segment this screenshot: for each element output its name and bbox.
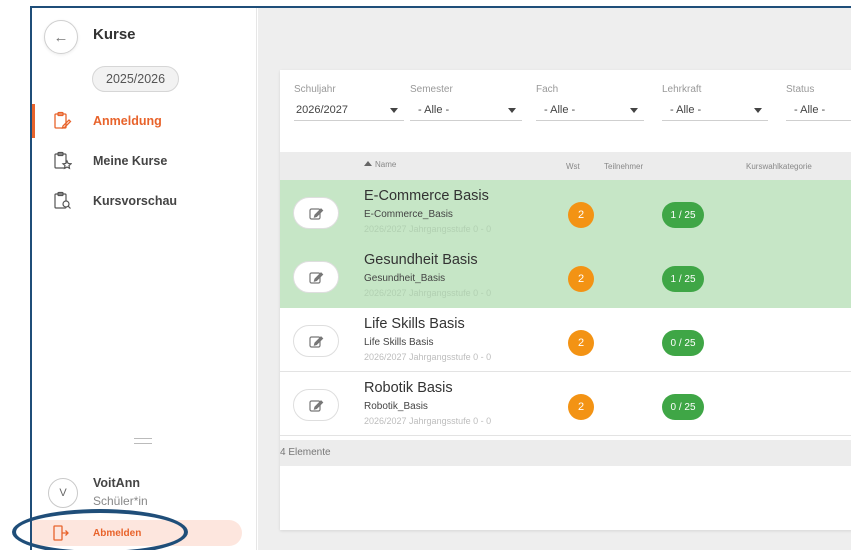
course-subtitle: 2026/2027 Jahrgangsstufe 0 - 0 bbox=[364, 288, 492, 298]
participants-badge: 1 / 25 bbox=[662, 202, 704, 228]
back-button[interactable]: ← bbox=[44, 20, 78, 54]
clipboard-star-icon bbox=[54, 151, 72, 170]
clipboard-pen-icon bbox=[54, 111, 72, 129]
avatar[interactable]: V bbox=[48, 478, 78, 508]
resize-handle-icon[interactable] bbox=[134, 438, 152, 444]
table-row: Life Skills Basis Life Skills Basis 2026… bbox=[280, 308, 851, 372]
edit-icon bbox=[309, 336, 324, 348]
sidebar: ← Kurse 2025/2026 Anmeldung Meine Kurse bbox=[32, 8, 257, 550]
filter-schuljahr-select[interactable]: 2026/2027 bbox=[294, 99, 404, 121]
course-title: E-Commerce Basis bbox=[364, 188, 489, 204]
column-header-participants[interactable]: Teilnehmer bbox=[604, 162, 643, 171]
sidebar-item-kursvorschau[interactable]: Kursvorschau bbox=[32, 184, 256, 218]
filter-value: - Alle - bbox=[670, 103, 702, 116]
course-title: Robotik Basis bbox=[364, 380, 453, 396]
wst-badge: 2 bbox=[568, 330, 594, 356]
filter-value: 2026/2027 bbox=[296, 103, 348, 116]
course-list-card: Schuljahr 2026/2027 Semester - Alle - Fa… bbox=[280, 70, 851, 530]
sidebar-item-anmeldung[interactable]: Anmeldung bbox=[32, 104, 256, 138]
caret-down-icon bbox=[754, 108, 762, 113]
edit-button[interactable] bbox=[293, 261, 339, 293]
sidebar-item-label: Meine Kurse bbox=[93, 154, 168, 168]
course-code: Life Skills Basis bbox=[364, 337, 434, 348]
filter-label: Semester bbox=[410, 84, 453, 95]
table-header: Name Wst Teilnehmer Kurswahlkategorie bbox=[280, 152, 851, 180]
page-title: Kurse bbox=[93, 26, 136, 43]
edit-button[interactable] bbox=[293, 325, 339, 357]
column-header-wst[interactable]: Wst bbox=[566, 162, 580, 171]
filter-fach: Fach - Alle - bbox=[536, 84, 644, 121]
course-subtitle: 2026/2027 Jahrgangsstufe 0 - 0 bbox=[364, 416, 492, 426]
caret-down-icon bbox=[630, 108, 638, 113]
filter-semester-select[interactable]: - Alle - bbox=[410, 99, 522, 121]
user-name: VoitAnn bbox=[93, 476, 140, 490]
filter-value: - Alle - bbox=[418, 103, 450, 116]
edit-button[interactable] bbox=[293, 389, 339, 421]
user-role: Schüler*in bbox=[93, 494, 148, 508]
item-count: 4 Elemente bbox=[280, 447, 331, 458]
filter-label: Fach bbox=[536, 84, 559, 95]
table-row: E-Commerce Basis E-Commerce_Basis 2026/2… bbox=[280, 180, 851, 244]
caret-down-icon bbox=[390, 108, 398, 113]
participants-badge: 1 / 25 bbox=[662, 266, 704, 292]
filter-lehrkraft-select[interactable]: - Alle - bbox=[662, 99, 768, 121]
filter-semester: Semester - Alle - bbox=[410, 84, 522, 121]
filter-lehrkraft: Lehrkraft - Alle - bbox=[662, 84, 768, 121]
participants-badge: 0 / 25 bbox=[662, 330, 704, 356]
wst-badge: 2 bbox=[568, 394, 594, 420]
main-content: Schuljahr 2026/2027 Semester - Alle - Fa… bbox=[258, 8, 851, 550]
arrow-left-icon: ← bbox=[53, 28, 69, 46]
column-header-name[interactable]: Name bbox=[364, 160, 396, 169]
edit-button[interactable] bbox=[293, 197, 339, 229]
course-code: E-Commerce_Basis bbox=[364, 209, 453, 220]
filter-fach-select[interactable]: - Alle - bbox=[536, 99, 644, 121]
filter-value: - Alle - bbox=[544, 103, 576, 116]
sidebar-item-meine-kurse[interactable]: Meine Kurse bbox=[32, 144, 256, 178]
active-indicator bbox=[32, 104, 35, 138]
table-row: Robotik Basis Robotik_Basis 2026/2027 Ja… bbox=[280, 372, 851, 436]
filter-label: Schuljahr bbox=[294, 84, 336, 95]
wst-badge: 2 bbox=[568, 266, 594, 292]
caret-down-icon bbox=[508, 108, 516, 113]
participants-badge: 0 / 25 bbox=[662, 394, 704, 420]
filter-schuljahr: Schuljahr 2026/2027 bbox=[294, 84, 404, 121]
highlight-ring bbox=[12, 509, 188, 550]
edit-icon bbox=[309, 400, 324, 412]
course-code: Robotik_Basis bbox=[364, 401, 428, 412]
table-row: Gesundheit Basis Gesundheit_Basis 2026/2… bbox=[280, 244, 851, 308]
edit-icon bbox=[309, 208, 324, 220]
filter-label: Status bbox=[786, 84, 815, 95]
course-subtitle: 2026/2027 Jahrgangsstufe 0 - 0 bbox=[364, 224, 492, 234]
sidebar-item-label: Anmeldung bbox=[93, 114, 162, 128]
course-code: Gesundheit_Basis bbox=[364, 273, 446, 284]
filter-label: Lehrkraft bbox=[662, 84, 702, 95]
school-year-selector[interactable]: 2025/2026 bbox=[92, 66, 180, 92]
filter-value: - Alle - bbox=[794, 103, 826, 116]
table-footer: 4 Elemente bbox=[280, 440, 851, 466]
course-title: Life Skills Basis bbox=[364, 316, 465, 332]
wst-badge: 2 bbox=[568, 202, 594, 228]
edit-icon bbox=[309, 272, 324, 284]
course-title: Gesundheit Basis bbox=[364, 252, 478, 268]
app-window: ← Kurse 2025/2026 Anmeldung Meine Kurse bbox=[30, 6, 851, 550]
filter-status-select[interactable]: - Alle - bbox=[786, 99, 851, 121]
course-subtitle: 2026/2027 Jahrgangsstufe 0 - 0 bbox=[364, 352, 492, 362]
sort-ascending-icon bbox=[364, 161, 372, 166]
clipboard-search-icon bbox=[54, 191, 71, 209]
column-header-category[interactable]: Kurswahlkategorie bbox=[746, 162, 812, 171]
filter-status: Status - Alle - bbox=[786, 84, 851, 121]
sidebar-item-label: Kursvorschau bbox=[93, 194, 178, 208]
